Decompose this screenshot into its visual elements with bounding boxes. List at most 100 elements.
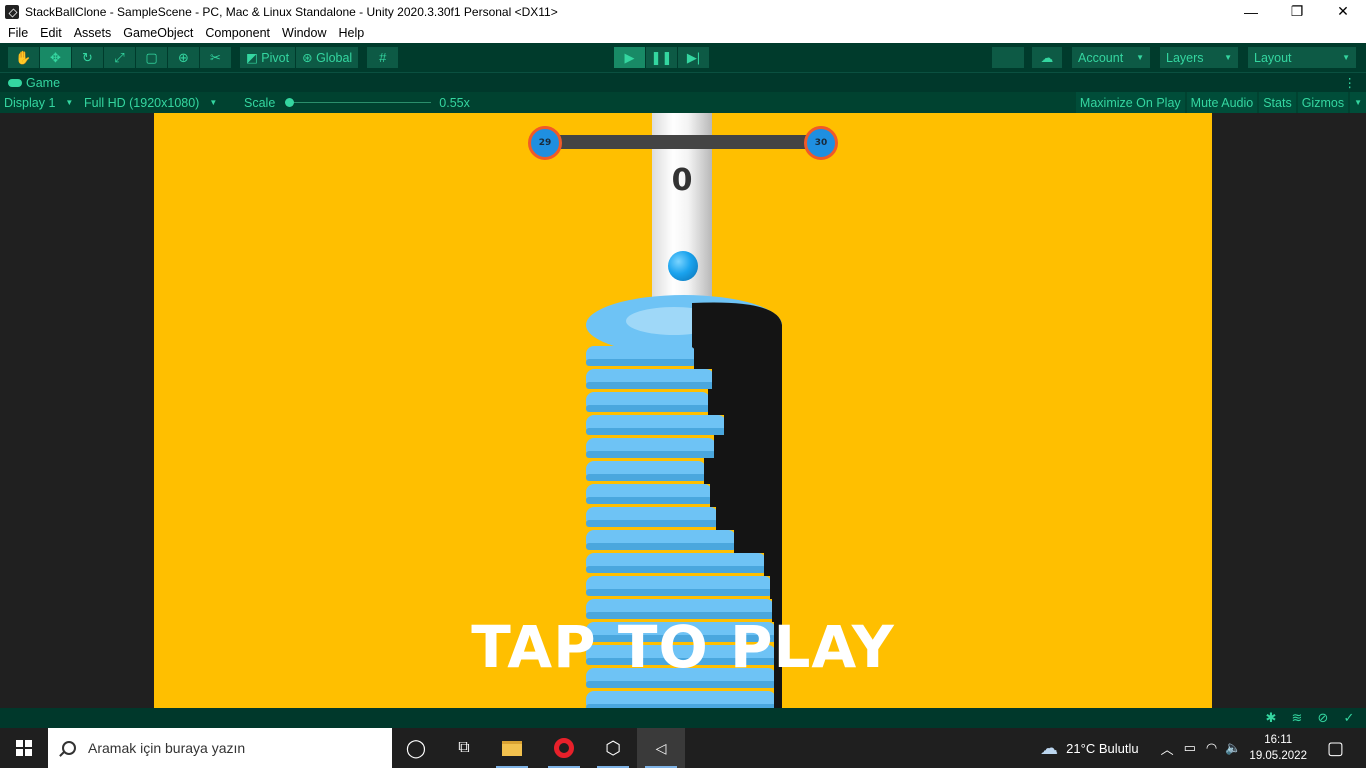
window-title: StackBallClone - SampleScene - PC, Mac &… — [25, 4, 558, 19]
wifi-icon[interactable]: ◠ — [1206, 740, 1217, 756]
pivot-toggle[interactable]: ◩ Pivot — [240, 47, 296, 68]
game-tab-row: Game ⋮ — [0, 72, 1366, 92]
chevron-down-icon: ▼ — [1342, 53, 1350, 62]
game-view[interactable]: 29 30 0 TAP TO PLAY — [154, 113, 1212, 708]
tab-game[interactable]: Game — [0, 76, 60, 90]
custom-tool-icon[interactable]: ✂ — [200, 47, 231, 68]
stats-toggle[interactable]: Stats — [1259, 92, 1296, 113]
collab-button[interactable] — [992, 47, 1024, 68]
close-button[interactable]: ✕ — [1320, 0, 1366, 23]
dark-segment — [764, 550, 782, 576]
windows-logo-icon — [16, 740, 32, 756]
start-button[interactable] — [0, 728, 48, 768]
ring-shade — [586, 543, 736, 550]
game-view-options: Maximize On Play Mute Audio Stats Gizmos… — [1074, 92, 1366, 113]
ring-shade — [586, 359, 696, 366]
battery-icon[interactable]: ▭ — [1184, 740, 1196, 756]
check-icon[interactable]: ✓ — [1340, 710, 1358, 726]
taskbar-search[interactable]: Aramak için buraya yazın — [48, 728, 392, 768]
move-tool-icon[interactable]: ✥ — [40, 47, 71, 68]
score-text: 0 — [671, 163, 693, 198]
status-icons: ✱ ≋ ⊘ ✓ — [1254, 710, 1358, 726]
dark-segment — [708, 389, 782, 415]
dark-segment — [716, 504, 782, 530]
menu-window[interactable]: Window — [277, 26, 331, 40]
weather-text[interactable]: 21°C Bulutlu — [1066, 741, 1138, 756]
account-dropdown[interactable]: Account ▼ — [1072, 47, 1150, 68]
task-view-icon[interactable]: ⧉ — [440, 728, 488, 768]
scale-tool-icon[interactable]: ⤢ — [104, 47, 135, 68]
dark-segment — [694, 343, 782, 369]
slider-track — [285, 102, 432, 103]
globe-icon: ⊛ — [302, 51, 313, 65]
menu-help[interactable]: Help — [333, 26, 369, 40]
layers-stack-icon[interactable]: ≋ — [1288, 710, 1306, 726]
menu-component[interactable]: Component — [200, 26, 275, 40]
main-toolbar: ✋ ✥ ↻ ⤢ ▢ ⊕ ✂ ◩ Pivot ⊛ Global # ▶ ❚❚ ▶|… — [0, 43, 1366, 72]
rotate-tool-icon[interactable]: ↻ — [72, 47, 103, 68]
menu-gameobject[interactable]: GameObject — [118, 26, 198, 40]
dark-segment — [724, 412, 782, 438]
gizmos-toggle[interactable]: Gizmos — [1297, 92, 1349, 113]
layout-label: Layout — [1254, 50, 1292, 65]
display-label: Display 1 — [4, 95, 56, 110]
tab-game-label: Game — [26, 75, 61, 90]
opera-icon[interactable] — [540, 728, 588, 768]
clock-time: 16:11 — [1264, 734, 1293, 746]
mute-audio-toggle[interactable]: Mute Audio — [1186, 92, 1258, 113]
menu-edit[interactable]: Edit — [35, 26, 67, 40]
layers-label: Layers — [1166, 50, 1204, 65]
player-ball — [668, 251, 698, 281]
opera-logo-icon — [554, 738, 574, 758]
more-options-icon[interactable]: ⋮ — [1344, 75, 1357, 90]
ring-shade — [586, 428, 726, 435]
minimize-button[interactable]: — — [1228, 0, 1274, 23]
editor-status-bar: ✱ ≋ ⊘ ✓ — [0, 708, 1366, 728]
pause-button-icon[interactable]: ❚❚ — [646, 47, 677, 68]
global-toggle[interactable]: ⊛ Global — [296, 47, 359, 68]
dark-segment — [774, 688, 782, 708]
layout-dropdown[interactable]: Layout ▼ — [1248, 47, 1356, 68]
transform-tools: ✋ ✥ ↻ ⤢ ▢ ⊕ ✂ — [8, 47, 232, 68]
ring-shade — [586, 520, 718, 527]
chevron-down-icon[interactable]: ▼ — [1350, 92, 1366, 113]
notification-icon[interactable]: ▢ — [1327, 738, 1344, 759]
current-level-badge: 29 — [528, 126, 562, 160]
layers-dropdown[interactable]: Layers ▼ — [1160, 47, 1238, 68]
ring-shade — [586, 681, 776, 688]
play-controls: ▶ ❚❚ ▶| — [614, 47, 710, 68]
cloud-icon[interactable]: ☁ — [1032, 47, 1062, 68]
unity-app-icon — [5, 4, 19, 19]
clock-date: 19.05.2022 — [1249, 750, 1307, 762]
chevron-down-icon: ▼ — [209, 98, 218, 107]
scale-slider[interactable] — [285, 92, 435, 113]
dark-segment — [714, 435, 782, 461]
taskbar-clock[interactable]: 16:11 19.05.2022 — [1249, 732, 1307, 764]
transform-tool-icon[interactable]: ⊕ — [168, 47, 199, 68]
tap-to-play-prompt: TAP TO PLAY — [471, 613, 895, 681]
step-button-icon[interactable]: ▶| — [678, 47, 709, 68]
debug-icon[interactable]: ⊘ — [1314, 710, 1332, 726]
dark-segment — [704, 458, 782, 484]
scale-label: Scale — [244, 95, 276, 110]
chevron-up-icon[interactable]: ︿ — [1161, 739, 1174, 758]
rect-tool-icon[interactable]: ▢ — [136, 47, 167, 68]
hand-tool-icon[interactable]: ✋ — [8, 47, 39, 68]
maximize-on-play-toggle[interactable]: Maximize On Play — [1075, 92, 1185, 113]
menu-file[interactable]: File — [3, 26, 33, 40]
display-dropdown[interactable]: Display 1 ▼ — [0, 92, 80, 113]
resolution-dropdown[interactable]: Full HD (1920x1080) ▼ — [80, 92, 240, 113]
volume-icon[interactable]: 🔈 — [1225, 740, 1241, 756]
play-button-icon[interactable]: ▶ — [614, 47, 645, 68]
maximize-button[interactable]: ❐ — [1274, 0, 1320, 23]
dark-segment — [712, 366, 782, 392]
grid-snap-icon[interactable]: # — [367, 47, 399, 68]
cortana-icon[interactable]: ◯ — [392, 728, 440, 768]
unity-editor-icon[interactable]: ◁ — [637, 728, 685, 768]
slider-handle[interactable] — [285, 98, 295, 107]
unity-hub-icon[interactable]: ⬡ — [589, 728, 637, 768]
bug-icon[interactable]: ✱ — [1262, 710, 1280, 726]
chevron-down-icon: ▼ — [1224, 53, 1232, 62]
file-explorer-icon[interactable] — [488, 728, 536, 768]
menu-assets[interactable]: Assets — [69, 26, 117, 40]
